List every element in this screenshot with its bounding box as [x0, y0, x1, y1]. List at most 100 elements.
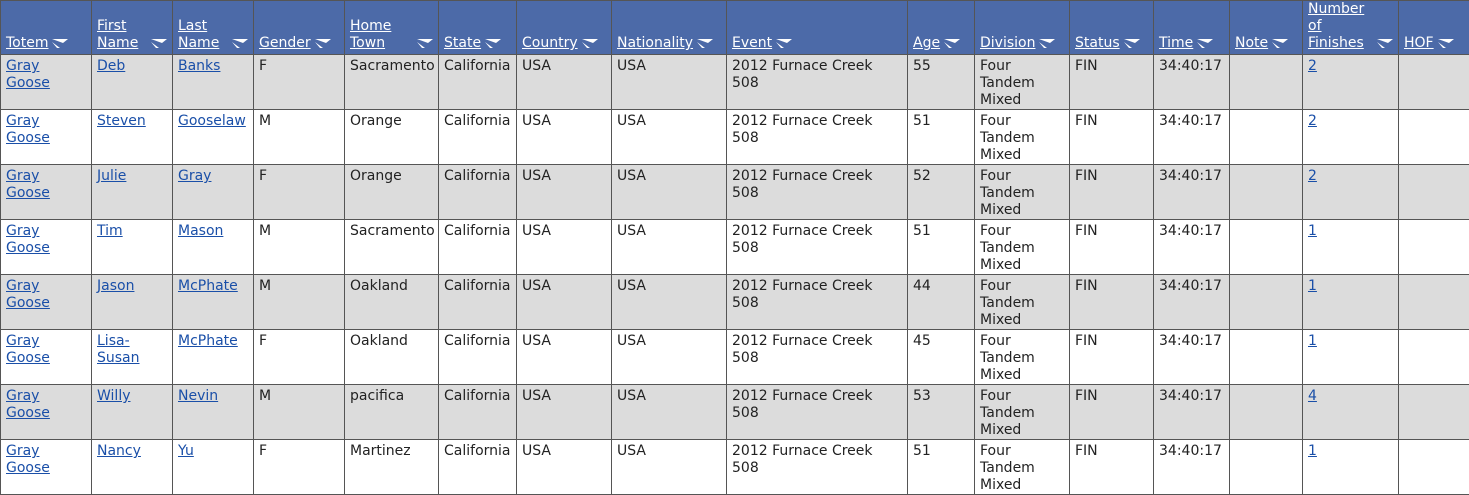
sort-toggle-icon[interactable]	[581, 38, 599, 49]
totem-link[interactable]: Gray Goose	[6, 113, 50, 146]
note-value	[1230, 330, 1302, 333]
hof-value	[1399, 220, 1469, 223]
cell-last-name: Gray	[173, 165, 254, 220]
totem-link[interactable]: Gray Goose	[6, 388, 50, 421]
column-label[interactable]: First Name	[97, 18, 147, 52]
column-header-event[interactable]: Event	[727, 1, 908, 55]
first-name-link[interactable]: Willy	[97, 388, 131, 404]
sort-toggle-icon[interactable]	[1376, 38, 1394, 49]
cell-last-name: Nevin	[173, 385, 254, 440]
cell-nationality: USA	[612, 275, 727, 330]
finishes-link[interactable]: 1	[1308, 278, 1317, 294]
nationality-value: USA	[612, 440, 726, 460]
totem-link[interactable]: Gray Goose	[6, 168, 50, 201]
finishes-link[interactable]: 2	[1308, 58, 1317, 74]
sort-toggle-icon[interactable]	[416, 38, 434, 49]
first-name-link[interactable]: Lisa-Susan	[97, 333, 140, 366]
age-value: 52	[908, 165, 974, 185]
column-header-last-name[interactable]: Last Name	[173, 1, 254, 55]
column-label[interactable]: Time	[1159, 35, 1193, 52]
last-name-link[interactable]: Banks	[178, 58, 220, 74]
sort-toggle-icon[interactable]	[314, 38, 332, 49]
totem-link[interactable]: Gray Goose	[6, 443, 50, 476]
sort-toggle-icon[interactable]	[1123, 38, 1141, 49]
home-town-value: Oakland	[345, 275, 438, 295]
column-label[interactable]: Age	[913, 35, 940, 52]
column-header-first-name[interactable]: First Name	[92, 1, 173, 55]
column-label[interactable]: Note	[1235, 35, 1268, 52]
cell-state: California	[439, 385, 517, 440]
column-header-time[interactable]: Time	[1154, 1, 1230, 55]
sort-toggle-icon[interactable]	[484, 38, 502, 49]
column-label[interactable]: Country	[522, 35, 578, 52]
event-value: 2012 Furnace Creek 508	[727, 110, 907, 147]
first-name-link[interactable]: Nancy	[97, 443, 141, 459]
home-town-value: pacifica	[345, 385, 438, 405]
column-header-nationality[interactable]: Nationality	[612, 1, 727, 55]
totem-link[interactable]: Gray Goose	[6, 333, 50, 366]
column-header-state[interactable]: State	[439, 1, 517, 55]
column-label[interactable]: Gender	[259, 35, 311, 52]
column-label[interactable]: HOF	[1404, 35, 1434, 52]
first-name-link[interactable]: Deb	[97, 58, 125, 74]
finishes-link[interactable]: 1	[1308, 333, 1317, 349]
event-value: 2012 Furnace Creek 508	[727, 220, 907, 257]
sort-toggle-icon[interactable]	[943, 38, 961, 49]
column-header-home-town[interactable]: Home Town	[345, 1, 439, 55]
column-header-country[interactable]: Country	[517, 1, 612, 55]
column-header-hof[interactable]: HOF	[1399, 1, 1469, 55]
division-value: Four Tandem Mixed	[975, 165, 1069, 219]
column-label[interactable]: Event	[732, 35, 772, 52]
column-label[interactable]: Nationality	[617, 35, 693, 52]
sort-toggle-icon[interactable]	[775, 38, 793, 49]
finishes-link[interactable]: 1	[1308, 223, 1317, 239]
column-label[interactable]: Status	[1075, 35, 1120, 52]
column-header-number-of-finishes[interactable]: Number of Finishes	[1303, 1, 1399, 55]
column-label[interactable]: Division	[980, 35, 1035, 52]
column-header-age[interactable]: Age	[908, 1, 975, 55]
last-name-link[interactable]: McPhate	[178, 333, 238, 349]
sort-toggle-icon[interactable]	[1271, 38, 1289, 49]
column-header-note[interactable]: Note	[1230, 1, 1303, 55]
cell-totem: Gray Goose	[1, 385, 92, 440]
division-value: Four Tandem Mixed	[975, 330, 1069, 384]
sort-toggle-icon[interactable]	[231, 38, 249, 49]
column-label[interactable]: Totem	[6, 35, 48, 52]
sort-toggle-icon[interactable]	[1196, 38, 1214, 49]
last-name-link[interactable]: Mason	[178, 223, 223, 239]
sort-toggle-icon[interactable]	[150, 38, 168, 49]
first-name-link[interactable]: Jason	[97, 278, 134, 294]
column-header-totem[interactable]: Totem	[1, 1, 92, 55]
column-header-status[interactable]: Status	[1070, 1, 1154, 55]
totem-link[interactable]: Gray Goose	[6, 278, 50, 311]
cell-hof	[1399, 330, 1469, 385]
finishes-link[interactable]: 4	[1308, 388, 1317, 404]
cell-country: USA	[517, 110, 612, 165]
last-name-link[interactable]: Yu	[178, 443, 194, 459]
totem-link[interactable]: Gray Goose	[6, 223, 50, 256]
cell-finishes: 1	[1303, 440, 1399, 495]
first-name-link[interactable]: Tim	[97, 223, 123, 239]
finishes-link[interactable]: 1	[1308, 443, 1317, 459]
first-name-link[interactable]: Steven	[97, 113, 146, 129]
age-value: 44	[908, 275, 974, 295]
finishes-link[interactable]: 2	[1308, 168, 1317, 184]
column-header-gender[interactable]: Gender	[254, 1, 345, 55]
last-name-link[interactable]: McPhate	[178, 278, 238, 294]
finishes-link[interactable]: 2	[1308, 113, 1317, 129]
column-label[interactable]: State	[444, 35, 481, 52]
totem-link[interactable]: Gray Goose	[6, 58, 50, 91]
column-label[interactable]: Number of Finishes	[1308, 1, 1373, 52]
last-name-link[interactable]: Gray	[178, 168, 211, 184]
column-header-division[interactable]: Division	[975, 1, 1070, 55]
sort-toggle-icon[interactable]	[1437, 38, 1455, 49]
sort-toggle-icon[interactable]	[1038, 38, 1056, 49]
home-town-value: Sacramento	[345, 220, 438, 240]
sort-toggle-icon[interactable]	[696, 38, 714, 49]
column-label[interactable]: Home Town	[350, 18, 413, 52]
last-name-link[interactable]: Gooselaw	[178, 113, 246, 129]
first-name-link[interactable]: Julie	[97, 168, 126, 184]
column-label[interactable]: Last Name	[178, 18, 228, 52]
sort-toggle-icon[interactable]	[51, 38, 69, 49]
last-name-link[interactable]: Nevin	[178, 388, 218, 404]
